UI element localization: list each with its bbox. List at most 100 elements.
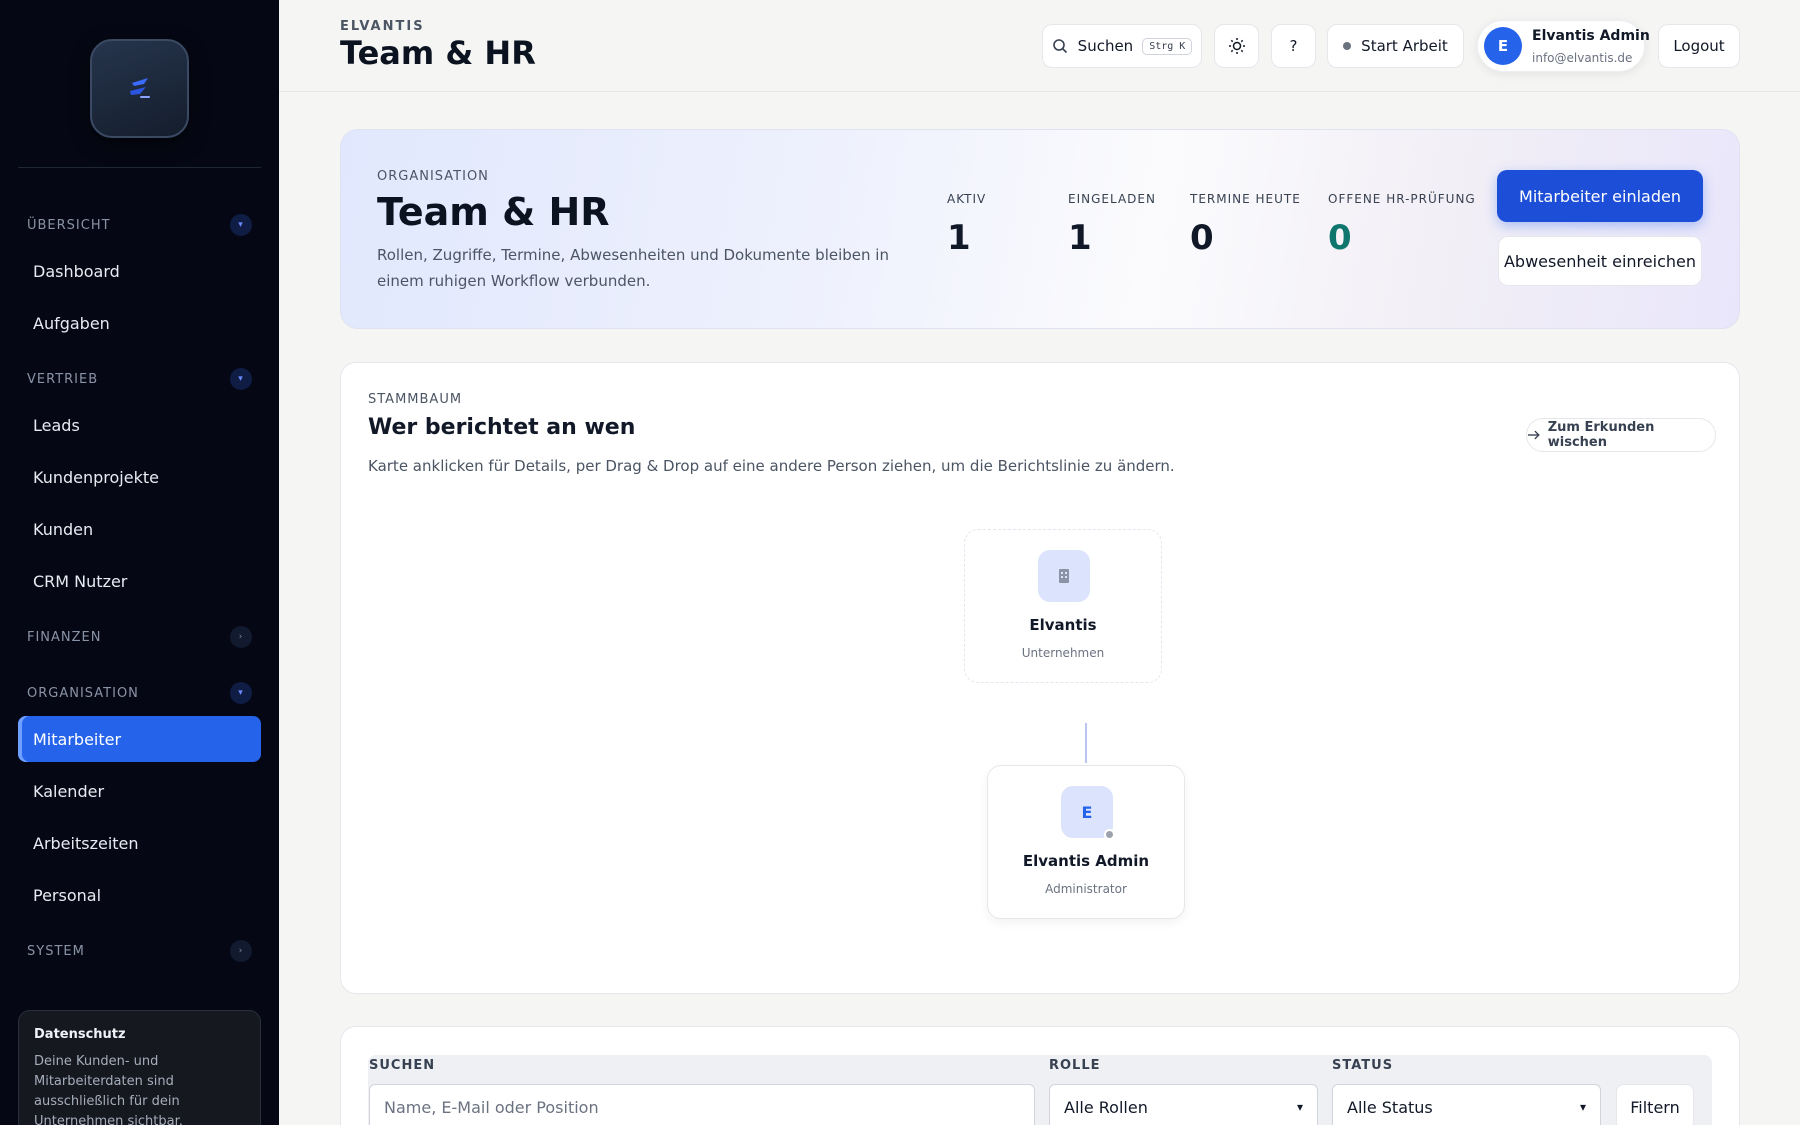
search-button[interactable]: Suchen Strg K [1042,24,1202,68]
chevron-down-icon[interactable]: ▾ [230,214,252,236]
org-chart-card: STAMMBAUM Wer berichtet an wen Karte ank… [340,362,1740,994]
privacy-text: Deine Kunden- und Mitarbeiterdaten sind … [34,1054,183,1125]
sidebar-item-label: Arbeitszeiten [33,833,139,853]
start-work-button[interactable]: Start Arbeit [1327,24,1464,68]
submit-absence-button[interactable]: Abwesenheit einreichen [1498,236,1702,286]
logo-icon [129,77,150,98]
user-menu[interactable]: E Elvantis Admin info@elvantis.de [1477,20,1650,72]
invite-employee-button[interactable]: Mitarbeiter einladen [1497,170,1703,222]
sidebar-divider [18,167,261,168]
theme-toggle-button[interactable] [1214,24,1259,68]
section-vertrieb[interactable]: VERTRIEB ▾ [27,367,252,391]
node-name: Elvantis Admin [1022,852,1150,870]
section-label: ÜBERSICHT [27,217,111,233]
app-logo[interactable] [90,39,189,138]
status-filter-label: STATUS [1332,1058,1394,1073]
sidebar-item-aufgaben[interactable]: Aufgaben [18,300,261,346]
logout-label: Logout [1673,37,1725,55]
sidebar: ÜBERSICHT ▾ Dashboard Aufgaben VERTRIEB … [0,0,279,1125]
start-work-label: Start Arbeit [1361,37,1448,55]
sidebar-item-leads[interactable]: Leads [18,402,261,448]
hero-title: Team & HR [377,190,610,234]
sidebar-item-label: Mitarbeiter [33,729,122,749]
org-connector-line [1085,723,1087,763]
brand-name: ELVANTIS [340,19,425,34]
org-chart-description: Karte anklicken für Details, per Drag & … [368,457,1175,475]
filter-button[interactable]: Filtern [1616,1084,1694,1125]
org-chart-kicker: STAMMBAUM [368,392,463,407]
sidebar-item-label: CRM Nutzer [33,571,128,591]
help-button[interactable]: ? [1271,24,1316,68]
section-organisation[interactable]: ORGANISATION ▾ [27,681,252,705]
building-icon [1038,550,1090,602]
sidebar-item-label: Personal [33,885,102,905]
stat-value: 0 [1190,218,1214,258]
sidebar-item-kunden[interactable]: Kunden [18,506,261,552]
privacy-title: Datenschutz [34,1027,126,1042]
sidebar-item-arbeitszeiten[interactable]: Arbeitszeiten [18,820,261,866]
sidebar-item-label: Kunden [33,519,94,539]
stat-termine-heute: TERMINE HEUTE 0 [1190,192,1301,258]
search-shortcut: Strg K [1142,37,1193,55]
explore-label: Zum Erkunden wischen [1547,420,1655,450]
sidebar-item-label: Dashboard [33,261,120,281]
employee-initial: E [1081,802,1093,822]
chevron-down-icon[interactable]: ▾ [230,368,252,390]
search-icon [1052,39,1067,54]
hero-description: Rollen, Zugriffe, Termine, Abwesenheiten… [377,246,889,290]
role-select-value: Alle Rollen [1064,1097,1148,1117]
section-label: FINANZEN [27,629,102,645]
role-select[interactable]: Alle Rollen ▾ [1049,1084,1318,1125]
chevron-down-icon[interactable]: ▾ [230,682,252,704]
stat-value: 1 [1068,218,1092,258]
avatar: E [1484,27,1522,65]
sidebar-item-crm-nutzer[interactable]: CRM Nutzer [18,558,261,604]
org-node-employee[interactable]: E Elvantis Admin Administrator [987,765,1185,919]
section-label: VERTRIEB [27,371,99,387]
logout-button[interactable]: Logout [1658,24,1740,68]
explore-button[interactable]: Zum Erkunden wischen [1526,418,1716,452]
section-uebersicht[interactable]: ÜBERSICHT ▾ [27,213,252,237]
user-name: Elvantis Admin [1532,28,1650,44]
employee-avatar: E [1061,786,1115,840]
stat-aktiv: AKTIV 1 [947,192,986,258]
sidebar-item-dashboard[interactable]: Dashboard [18,248,261,294]
stat-label: TERMINE HEUTE [1190,192,1301,206]
chevron-down-icon: ▾ [1296,1100,1303,1114]
status-dot-icon [1343,42,1352,50]
sun-icon [1228,38,1245,54]
filter-card: SUCHEN Name, E-Mail oder Position ROLLE … [340,1026,1740,1125]
stat-value: 0 [1328,218,1352,258]
status-select[interactable]: Alle Status ▾ [1332,1084,1601,1125]
node-name: Elvantis [1029,616,1097,634]
help-icon: ? [1289,37,1298,55]
node-role: Unternehmen [1021,646,1105,660]
search-input[interactable]: Name, E-Mail oder Position [369,1084,1035,1125]
sidebar-item-mitarbeiter[interactable]: Mitarbeiter [18,716,261,762]
section-finanzen[interactable]: FINANZEN › [27,625,252,649]
org-node-company[interactable]: Elvantis Unternehmen [964,529,1162,683]
stat-label: AKTIV [947,192,987,206]
user-email: info@elvantis.de [1532,51,1633,65]
section-label: ORGANISATION [27,685,139,701]
sidebar-item-label: Kundenprojekte [33,467,159,487]
sidebar-item-label: Kalender [33,781,105,801]
stat-label: EINGELADEN [1068,192,1156,206]
section-system[interactable]: SYSTEM › [27,939,252,963]
sidebar-item-label: Aufgaben [33,313,110,333]
hero-panel: ORGANISATION Team & HR Rollen, Zugriffe,… [340,129,1740,329]
search-label: Suchen [1077,37,1134,55]
search-filter-label: SUCHEN [369,1058,436,1073]
chevron-right-icon[interactable]: › [230,626,252,648]
node-role: Administrator [1045,882,1127,896]
page-title: Team & HR [340,34,536,72]
stat-value: 1 [947,218,971,258]
stat-eingeladen: EINGELADEN 1 [1068,192,1156,258]
sidebar-item-kundenprojekte[interactable]: Kundenprojekte [18,454,261,500]
status-select-value: Alle Status [1347,1097,1433,1117]
sidebar-item-personal[interactable]: Personal [18,872,261,918]
privacy-notice: Datenschutz Deine Kunden- und Mitarbeite… [18,1010,261,1125]
sidebar-item-kalender[interactable]: Kalender [18,768,261,814]
chevron-right-icon[interactable]: › [230,940,252,962]
role-filter-label: ROLLE [1049,1058,1101,1073]
